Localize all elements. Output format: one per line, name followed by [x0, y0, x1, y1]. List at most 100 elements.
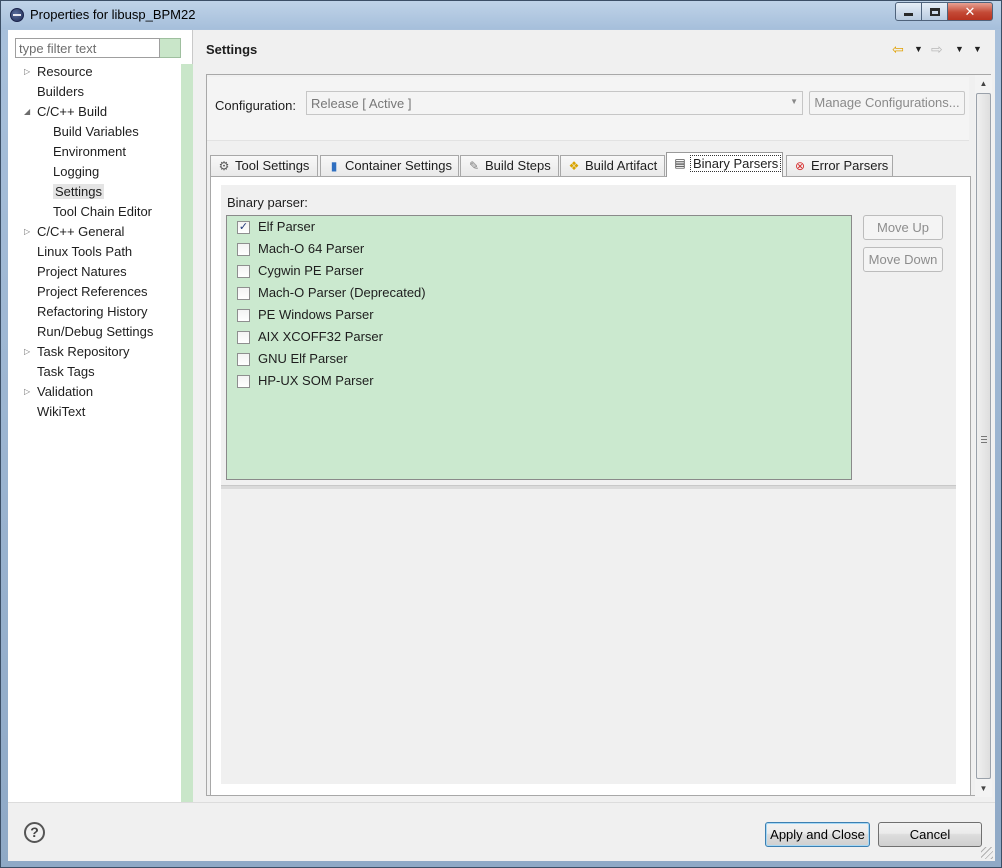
tree-item-label: Refactoring History — [37, 304, 148, 319]
parser-checkbox[interactable] — [237, 331, 250, 344]
scroll-up-icon[interactable]: ▲ — [975, 75, 992, 92]
collapsed-twisty-icon[interactable]: ▷ — [24, 223, 34, 241]
tab-binary-parsers[interactable]: ▤ Binary Parsers — [666, 152, 783, 177]
property-page-navigator: ▷ResourceBuilders◢C/C++ BuildBuild Varia… — [8, 30, 193, 802]
minimize-button[interactable] — [895, 2, 922, 21]
tab-build-steps[interactable]: ✎ Build Steps — [460, 155, 559, 176]
scrollbar-thumb[interactable] — [976, 93, 991, 779]
tab-error-parsers[interactable]: ⊗ Error Parsers — [786, 155, 893, 176]
dialog-footer: ? Apply and Close Cancel — [8, 802, 995, 861]
back-arrow-icon[interactable]: ⇦ — [892, 40, 904, 58]
binary-parser-list[interactable]: ✓ Elf Parser Mach-O 64 Parser Cygwin PE Par… — [226, 215, 852, 480]
cancel-button[interactable]: Cancel — [878, 822, 982, 847]
parser-label: Mach-O Parser (Deprecated) — [258, 285, 426, 300]
tab-label: Binary Parsers — [689, 155, 782, 172]
chevron-down-icon: ▼ — [790, 97, 798, 106]
panel-splitter[interactable] — [221, 485, 956, 489]
tree-item[interactable]: Environment — [53, 143, 126, 161]
parser-checkbox[interactable]: ✓ — [237, 221, 250, 234]
tree-item[interactable]: Task Tags — [37, 363, 95, 381]
tree-item[interactable]: ▷ C/C++ General — [24, 223, 125, 241]
expanded-twisty-icon[interactable]: ◢ — [24, 103, 34, 121]
tree-item-label: Resource — [37, 64, 93, 79]
collapsed-twisty-icon[interactable]: ▷ — [24, 383, 34, 401]
build-artifact-icon: ❖ — [568, 159, 580, 173]
resize-grip-icon[interactable] — [981, 847, 993, 859]
tree-item-label: C/C++ General — [37, 224, 125, 239]
tree-item-label: Logging — [53, 164, 100, 179]
build-steps-icon: ✎ — [468, 159, 480, 173]
scroll-down-icon[interactable]: ▼ — [975, 780, 992, 797]
tree-item-label: C/C++ Build — [37, 104, 108, 119]
tree-item[interactable]: ◢ C/C++ Build — [24, 103, 108, 121]
tab-label: Tool Settings — [235, 158, 310, 173]
configuration-label: Configuration: — [215, 98, 296, 113]
tree-item[interactable]: Logging — [53, 163, 99, 181]
tree-item[interactable]: Project Natures — [37, 263, 127, 281]
view-menu-icon[interactable]: ▼ — [973, 40, 982, 58]
parser-checkbox[interactable] — [237, 375, 250, 388]
parser-checkbox[interactable] — [237, 243, 250, 256]
vertical-scrollbar[interactable]: ▲ ▼ — [975, 75, 992, 797]
tree-item[interactable]: ▷ Resource — [24, 63, 93, 81]
tree-item[interactable]: Builders — [37, 83, 84, 101]
configuration-group: Configuration: Release [ Active ] ▼ Mana… — [207, 77, 969, 141]
manage-configurations-button[interactable]: Manage Configurations... — [809, 91, 965, 115]
tab-build-artifact[interactable]: ❖ Build Artifact — [560, 155, 665, 176]
collapsed-twisty-icon[interactable]: ▷ — [24, 63, 34, 81]
tree-item[interactable]: Refactoring History — [37, 303, 148, 321]
collapsed-twisty-icon[interactable]: ▷ — [24, 343, 34, 361]
tree-item-label: Project Natures — [37, 264, 127, 279]
tree-item-label: Run/Debug Settings — [37, 324, 154, 339]
close-icon: ✕ — [964, 3, 976, 19]
move-up-button[interactable]: Move Up — [863, 215, 943, 240]
close-button[interactable]: ✕ — [947, 2, 993, 21]
parser-label: PE Windows Parser — [258, 307, 374, 322]
tree-item[interactable]: ▷ Task Repository — [24, 343, 130, 361]
parser-checkbox[interactable] — [237, 287, 250, 300]
eclipse-app-icon — [10, 8, 24, 22]
forward-arrow-icon[interactable]: ⇨ — [931, 40, 943, 58]
grip-icon — [981, 436, 987, 443]
tree-item[interactable]: WikiText — [37, 403, 85, 421]
parser-checkbox[interactable] — [237, 353, 250, 366]
maximize-icon — [929, 7, 940, 16]
back-dropdown-icon[interactable]: ▼ — [914, 40, 923, 58]
tree-item[interactable]: Project References — [37, 283, 148, 301]
tree-item[interactable]: Linux Tools Path — [37, 243, 132, 261]
tree-item[interactable]: ▷ Validation — [24, 383, 94, 401]
tree-item[interactable]: Settings — [53, 183, 104, 201]
tree-item-label: Linux Tools Path — [37, 244, 133, 259]
parser-label: Elf Parser — [258, 219, 316, 234]
tree-item-label: Validation — [37, 384, 94, 399]
binary-parsers-icon: ▤ — [674, 156, 686, 170]
tree-item[interactable]: Build Variables — [53, 123, 139, 141]
configuration-select[interactable]: Release [ Active ] ▼ — [306, 91, 803, 115]
tree-item[interactable]: Run/Debug Settings — [37, 323, 153, 341]
tree-item-label: Builders — [37, 84, 84, 99]
move-down-button[interactable]: Move Down — [863, 247, 943, 272]
settings-content: Configuration: Release [ Active ] ▼ Mana… — [206, 74, 992, 797]
help-icon[interactable]: ? — [24, 822, 45, 843]
properties-window: Properties for libusp_BPM22 ✕ ▷ResourceB… — [0, 0, 1002, 868]
tree-item-label: Task Tags — [37, 364, 95, 379]
parser-checkbox[interactable] — [237, 265, 250, 278]
parser-label: Mach-O 64 Parser — [258, 241, 365, 256]
maximize-button[interactable] — [921, 2, 948, 21]
tab-tool-settings[interactable]: ⚙ Tool Settings — [210, 155, 318, 176]
parser-checkbox[interactable] — [237, 309, 250, 322]
parser-label: GNU Elf Parser — [258, 351, 348, 366]
tree-item-label: Project References — [37, 284, 148, 299]
parser-label: AIX XCOFF32 Parser — [258, 329, 383, 344]
title-bar[interactable]: Properties for libusp_BPM22 ✕ — [1, 1, 1001, 29]
tree-item-label: Task Repository — [37, 344, 130, 359]
filter-input[interactable] — [15, 38, 160, 58]
binary-parsers-area: Binary parser: ✓ Elf Parser Mach-O 64 Pars… — [221, 185, 956, 784]
tool-settings-icon: ⚙ — [218, 159, 230, 173]
tree-item[interactable]: Tool Chain Editor — [53, 203, 152, 221]
apply-and-close-button[interactable]: Apply and Close — [765, 822, 870, 847]
dialog-client-area: ▷ResourceBuilders◢C/C++ BuildBuild Varia… — [8, 30, 995, 861]
tree-item-label: Build Variables — [53, 124, 139, 139]
tab-container-settings[interactable]: ▮ Container Settings — [320, 155, 459, 176]
forward-dropdown-icon[interactable]: ▼ — [955, 40, 964, 58]
